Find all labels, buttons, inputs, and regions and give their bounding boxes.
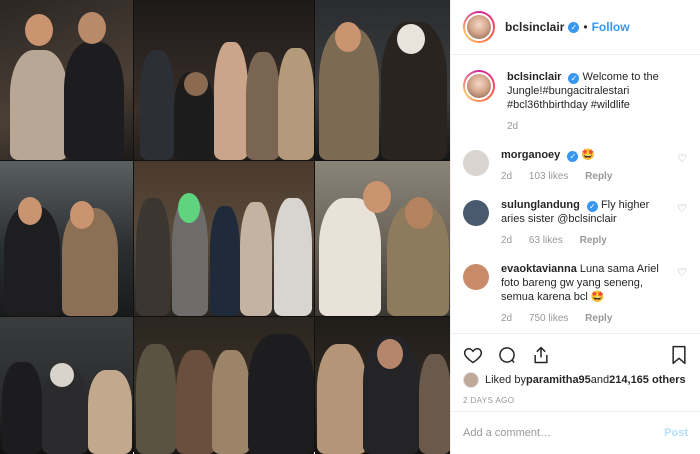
reply-button[interactable]: Reply — [585, 171, 612, 182]
heart-icon[interactable] — [463, 345, 483, 365]
comment-time[interactable]: 2d — [501, 313, 512, 324]
share-icon[interactable] — [531, 345, 551, 365]
action-bar — [463, 342, 688, 368]
collage-photo-8 — [134, 317, 314, 454]
caption-username[interactable]: bclsinclair — [507, 71, 561, 83]
comment-likes[interactable]: 103 likes — [529, 171, 568, 182]
caption-avatar[interactable] — [463, 70, 495, 102]
comment-item: evaoktavianna Luna sama Ariel foto baren… — [463, 262, 688, 326]
author-username[interactable]: bclsinclair — [505, 20, 564, 34]
likes-summary: Liked by paramitha95 and 214,165 others — [463, 372, 688, 388]
post-sidebar: bclsinclair ✓ • Follow bclsinclair ✓ Wel… — [450, 0, 700, 454]
post-comment-button[interactable]: Post — [664, 427, 688, 439]
comment-like-heart-icon[interactable]: ♡ — [676, 266, 688, 326]
author-avatar[interactable] — [463, 11, 495, 43]
comment-like-heart-icon[interactable]: ♡ — [676, 152, 688, 184]
commenter-avatar[interactable] — [463, 200, 489, 226]
separator-dot: • — [583, 20, 588, 34]
liker-avatar[interactable] — [463, 372, 479, 388]
post-photo-collage[interactable] — [0, 0, 452, 454]
add-comment-bar: Post — [451, 411, 700, 454]
verified-badge-icon: ✓ — [568, 73, 580, 84]
comment-likes[interactable]: 750 likes — [529, 313, 568, 324]
collage-photo-1 — [0, 0, 133, 160]
comments-list[interactable]: bclsinclair ✓ Welcome to the Jungle!#bun… — [451, 56, 700, 332]
collage-photo-4 — [0, 161, 133, 316]
post-header: bclsinclair ✓ • Follow — [451, 0, 700, 55]
post-actions: Liked by paramitha95 and 214,165 others … — [451, 333, 700, 405]
post-timestamp[interactable]: 2 DAYS AGO — [463, 396, 688, 405]
collage-photo-3 — [315, 0, 452, 160]
verified-badge-icon: ✓ — [568, 21, 580, 33]
comment-like-heart-icon[interactable]: ♡ — [676, 202, 688, 248]
instagram-post-modal: bclsinclair ✓ • Follow bclsinclair ✓ Wel… — [0, 0, 700, 454]
comment-icon[interactable] — [497, 345, 517, 365]
caption: bclsinclair ✓ Welcome to the Jungle!#bun… — [463, 70, 688, 134]
likes-middle: and — [590, 374, 610, 386]
comment-username[interactable]: morganoey — [501, 149, 560, 161]
comment-likes[interactable]: 63 likes — [529, 235, 563, 246]
collage-photo-9 — [315, 317, 452, 454]
comment-item: sulunglandung ✓ Fly higher aries sister … — [463, 198, 688, 248]
follow-button[interactable]: Follow — [592, 20, 630, 34]
verified-badge-icon: ✓ — [586, 201, 598, 212]
commenter-avatar[interactable] — [463, 264, 489, 290]
caption-time[interactable]: 2d — [507, 121, 518, 132]
likes-others-count[interactable]: 214,165 others — [609, 374, 685, 386]
collage-photo-6 — [315, 161, 452, 316]
comment-username[interactable]: sulunglandung — [501, 199, 580, 211]
collage-photo-7 — [0, 317, 133, 454]
comment-username[interactable]: evaoktavianna — [501, 263, 577, 275]
comment-input[interactable] — [463, 427, 665, 439]
likes-prefix: Liked by — [485, 374, 526, 386]
commenter-avatar[interactable] — [463, 150, 489, 176]
comment-text: 🤩 — [581, 149, 596, 161]
comment-item: morganoey ✓ 🤩 2d 103 likes Reply ♡ — [463, 148, 688, 184]
bookmark-icon[interactable] — [670, 345, 688, 365]
collage-photo-2 — [134, 0, 314, 160]
comment-time[interactable]: 2d — [501, 171, 512, 182]
reply-button[interactable]: Reply — [580, 235, 607, 246]
liker-username[interactable]: paramitha95 — [526, 374, 591, 386]
reply-button[interactable]: Reply — [585, 313, 612, 324]
comment-time[interactable]: 2d — [501, 235, 512, 246]
verified-badge-icon: ✓ — [567, 151, 579, 162]
collage-photo-5 — [134, 161, 314, 316]
